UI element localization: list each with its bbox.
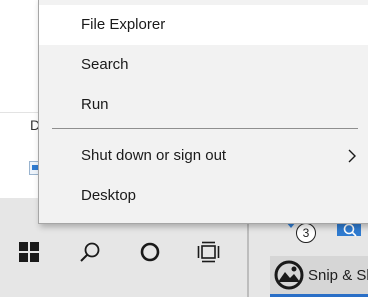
snip-and-sketch-icon bbox=[274, 260, 304, 290]
taskbar-separator bbox=[247, 222, 249, 297]
taskbar: 3 Snip & Sk bbox=[0, 222, 368, 297]
chevron-right-icon bbox=[348, 149, 356, 163]
menu-item-label: File Explorer bbox=[81, 16, 166, 33]
menu-item-label: Desktop bbox=[81, 187, 137, 204]
cortana-button[interactable] bbox=[130, 232, 170, 272]
notification-count-badge: 3 bbox=[296, 223, 316, 243]
power-user-context-menu: File Explorer Search Run Shut down or si… bbox=[38, 0, 368, 224]
task-view-button[interactable] bbox=[189, 232, 229, 272]
search-icon bbox=[80, 242, 100, 262]
tray-app-button[interactable] bbox=[335, 222, 363, 240]
search-button[interactable] bbox=[70, 232, 110, 272]
menu-item-run[interactable]: Run bbox=[39, 85, 368, 125]
cortana-circle-icon bbox=[140, 242, 160, 262]
background-divider bbox=[0, 112, 40, 113]
menu-item-label: Search bbox=[81, 56, 129, 73]
menu-item-desktop[interactable]: Desktop bbox=[39, 176, 368, 216]
start-button[interactable] bbox=[9, 232, 49, 272]
windows-start-icon bbox=[19, 242, 39, 262]
taskbar-app-label: Snip & Sk bbox=[308, 267, 368, 284]
menu-item-shut-down-or-sign-out[interactable]: Shut down or sign out bbox=[39, 136, 368, 176]
menu-separator bbox=[52, 128, 358, 129]
taskbar-app-snip-and-sketch[interactable]: Snip & Sk bbox=[270, 256, 368, 297]
menu-item-file-explorer[interactable]: File Explorer bbox=[39, 5, 368, 45]
menu-item-search[interactable]: Search bbox=[39, 45, 368, 85]
menu-item-label: Shut down or sign out bbox=[81, 147, 227, 164]
chat-icon bbox=[337, 222, 361, 237]
task-view-icon bbox=[197, 241, 220, 263]
menu-item-label: Run bbox=[81, 96, 109, 113]
tray-notification[interactable]: 3 bbox=[282, 222, 322, 248]
